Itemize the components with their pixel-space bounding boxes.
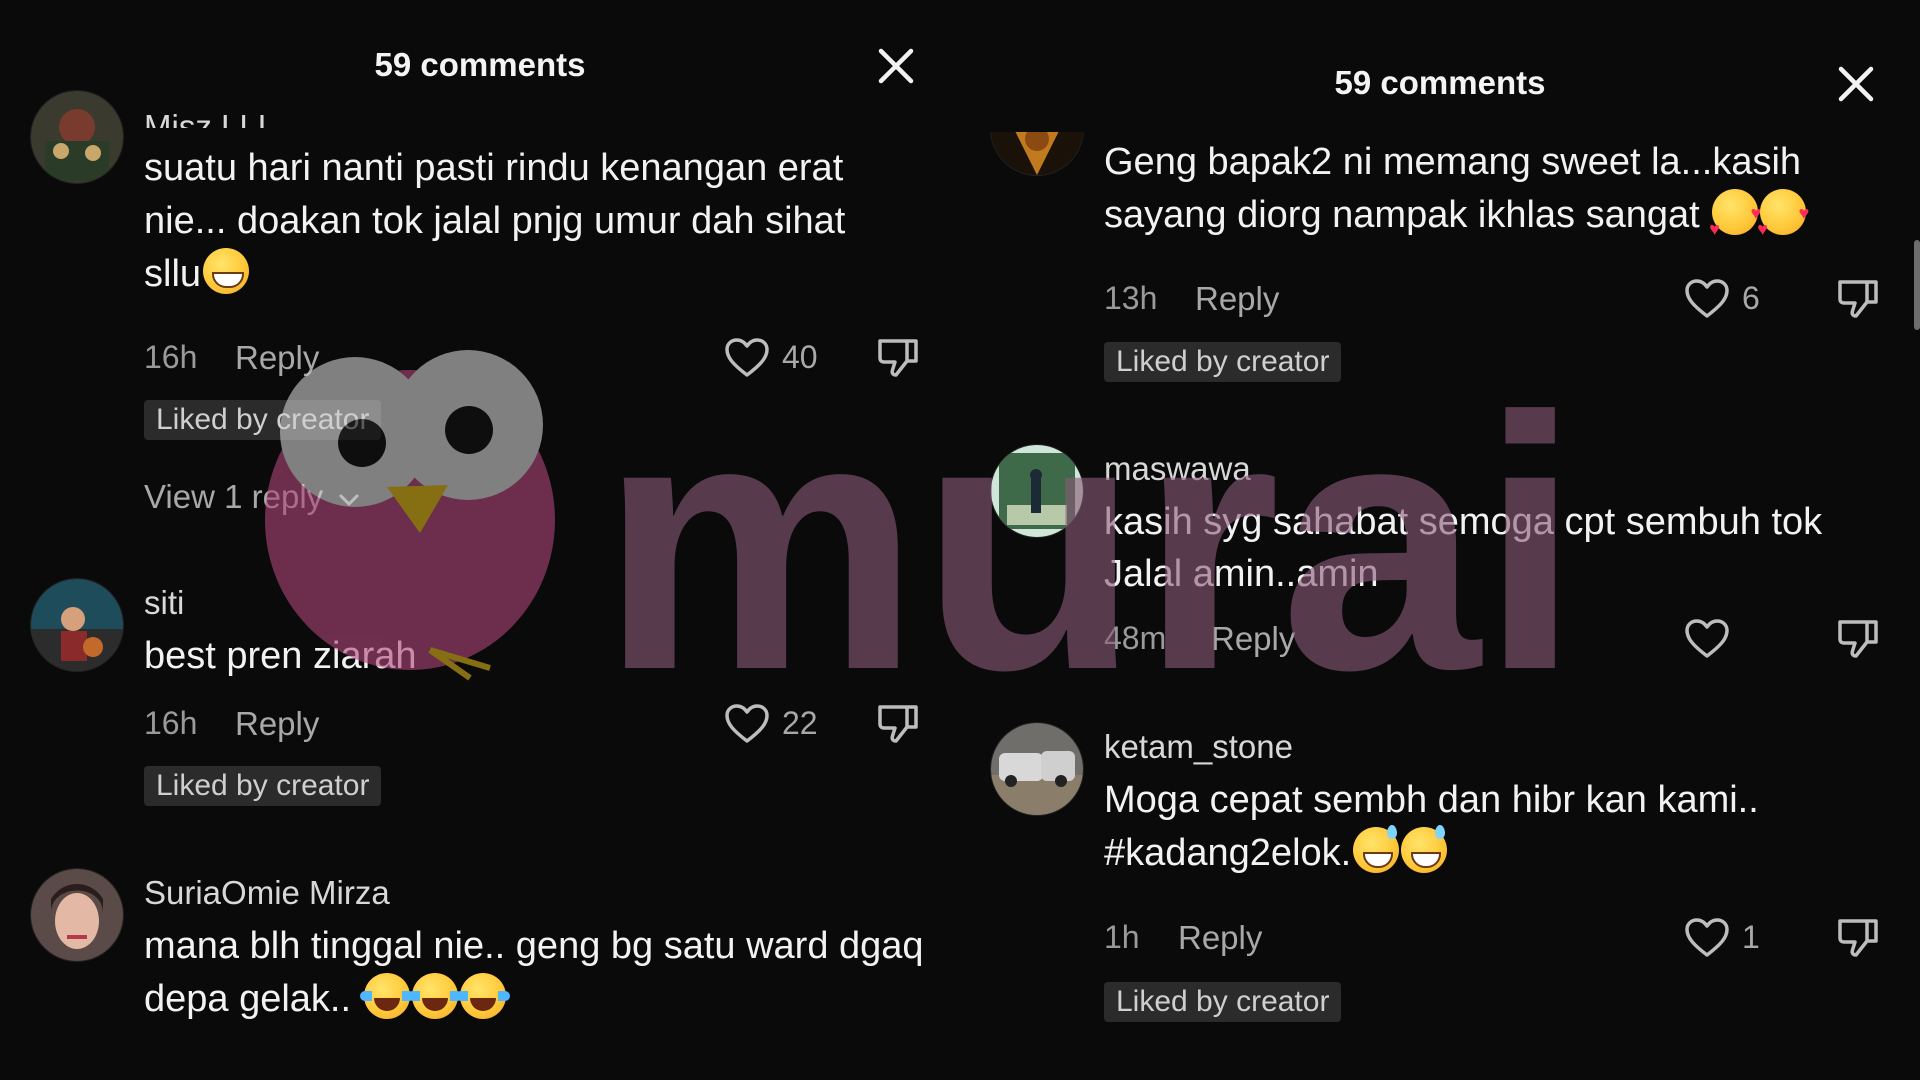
heart-icon [1685,619,1729,658]
comment-meta: 16h Reply 40 [144,337,960,383]
dislike-button[interactable] [876,701,920,745]
comment-text: best pren ziarah [144,635,417,677]
comment-username[interactable]: ketam_stone [1104,728,1293,766]
liked-by-creator-badge: Liked by creator [144,400,382,440]
comment-time: 16h [144,705,198,741]
tears-of-joy-emoji [455,973,510,1019]
reply-button[interactable]: Reply [235,705,319,743]
heart-icon [1685,279,1729,318]
reply-button[interactable]: Reply [1195,280,1279,318]
comments-header: 59 comments [960,48,1920,108]
reply-button[interactable]: Reply [1211,620,1295,658]
thumbs-down-icon [1838,280,1878,318]
like-button[interactable] [1684,278,1730,320]
comments-panel-right: 59 comments Geng bapak2 ni memang sweet … [960,0,1920,1080]
avatar[interactable] [30,868,124,962]
smiling-face-with-hearts-emoji [1757,187,1809,256]
dislike-button[interactable] [1836,616,1880,660]
comment-time: 13h [1104,280,1158,316]
comments-title: 59 comments [374,46,586,83]
comment-meta: 13h Reply 6 [1104,278,1920,324]
liked-by-creator-badge: Liked by creator [1104,342,1342,382]
like-count: 6 [1742,280,1760,316]
reply-button[interactable]: Reply [1178,919,1262,957]
comment-text: Moga cepat sembh dan hibr kan kami.. #ka… [1104,779,1759,874]
comment-username[interactable]: maswawa [1104,450,1251,488]
dislike-button[interactable] [1836,276,1880,320]
comments-header: 59 comments [0,30,960,90]
liked-by-creator-badge: Liked by creator [144,766,382,806]
like-count: 22 [782,705,818,741]
comment-meta: 48m Reply [1104,618,1920,664]
comment-time: 16h [144,339,198,375]
comments-panel-left: 59 comments Misz LLL suatu hari nanti pa… [0,0,960,1080]
avatar[interactable] [990,722,1084,816]
dislike-button[interactable] [1836,915,1880,959]
tears-of-joy-emoji [407,973,462,1019]
comment-meta: 1h Reply 1 [1104,917,1920,963]
comment-time: 48m [1104,620,1167,656]
comment-text: suatu hari nanti pasti rindu kenangan er… [144,147,846,295]
heart-icon [725,338,769,377]
comment-username[interactable]: siti [144,584,184,622]
grinning-face-with-sweat-emoji [1353,825,1400,873]
comment-text: kasih syg sahabat semoga cpt sembuh tok … [1104,501,1823,595]
like-button[interactable] [1684,618,1730,660]
grinning-face-with-sweat-emoji [1401,825,1448,873]
grinning-face-emoji [203,248,250,294]
thumbs-down-icon [878,705,918,743]
heart-icon [725,704,769,743]
comment-username[interactable]: SuriaOmie Mirza [144,874,390,912]
comment-text: Geng bapak2 ni memang sweet la...kasih s… [1104,136,1884,256]
avatar[interactable] [30,90,124,184]
liked-by-creator-badge: Liked by creator [1104,982,1342,1022]
like-button[interactable] [1684,917,1730,959]
like-button[interactable] [724,703,770,745]
close-icon [1838,66,1874,102]
comments-title: 59 comments [1334,64,1546,101]
dislike-button[interactable] [876,335,920,379]
close-icon [878,48,914,84]
like-count: 1 [1742,919,1760,955]
close-button[interactable] [1833,61,1879,107]
smiling-face-with-hearts-emoji [1709,187,1761,256]
like-count: 40 [782,339,818,375]
chevron-down-icon [339,494,359,507]
view-replies-button[interactable]: View 1 reply [144,478,360,516]
thumbs-down-icon [878,339,918,377]
avatar[interactable] [30,578,124,672]
scrollbar-thumb[interactable] [1914,240,1920,330]
avatar[interactable] [990,444,1084,538]
thumbs-down-icon [1838,919,1878,957]
thumbs-down-icon [1838,620,1878,658]
close-button[interactable] [873,43,919,89]
partial-username: Misz LLL [144,108,277,128]
like-button[interactable] [724,337,770,379]
comment-time: 1h [1104,919,1140,955]
reply-button[interactable]: Reply [235,339,319,377]
heart-icon [1685,918,1729,957]
comment-meta: 16h Reply 22 [144,703,960,749]
comment-text: mana blh tinggal nie.. geng bg satu ward… [144,925,924,1020]
tears-of-joy-emoji [359,973,414,1019]
